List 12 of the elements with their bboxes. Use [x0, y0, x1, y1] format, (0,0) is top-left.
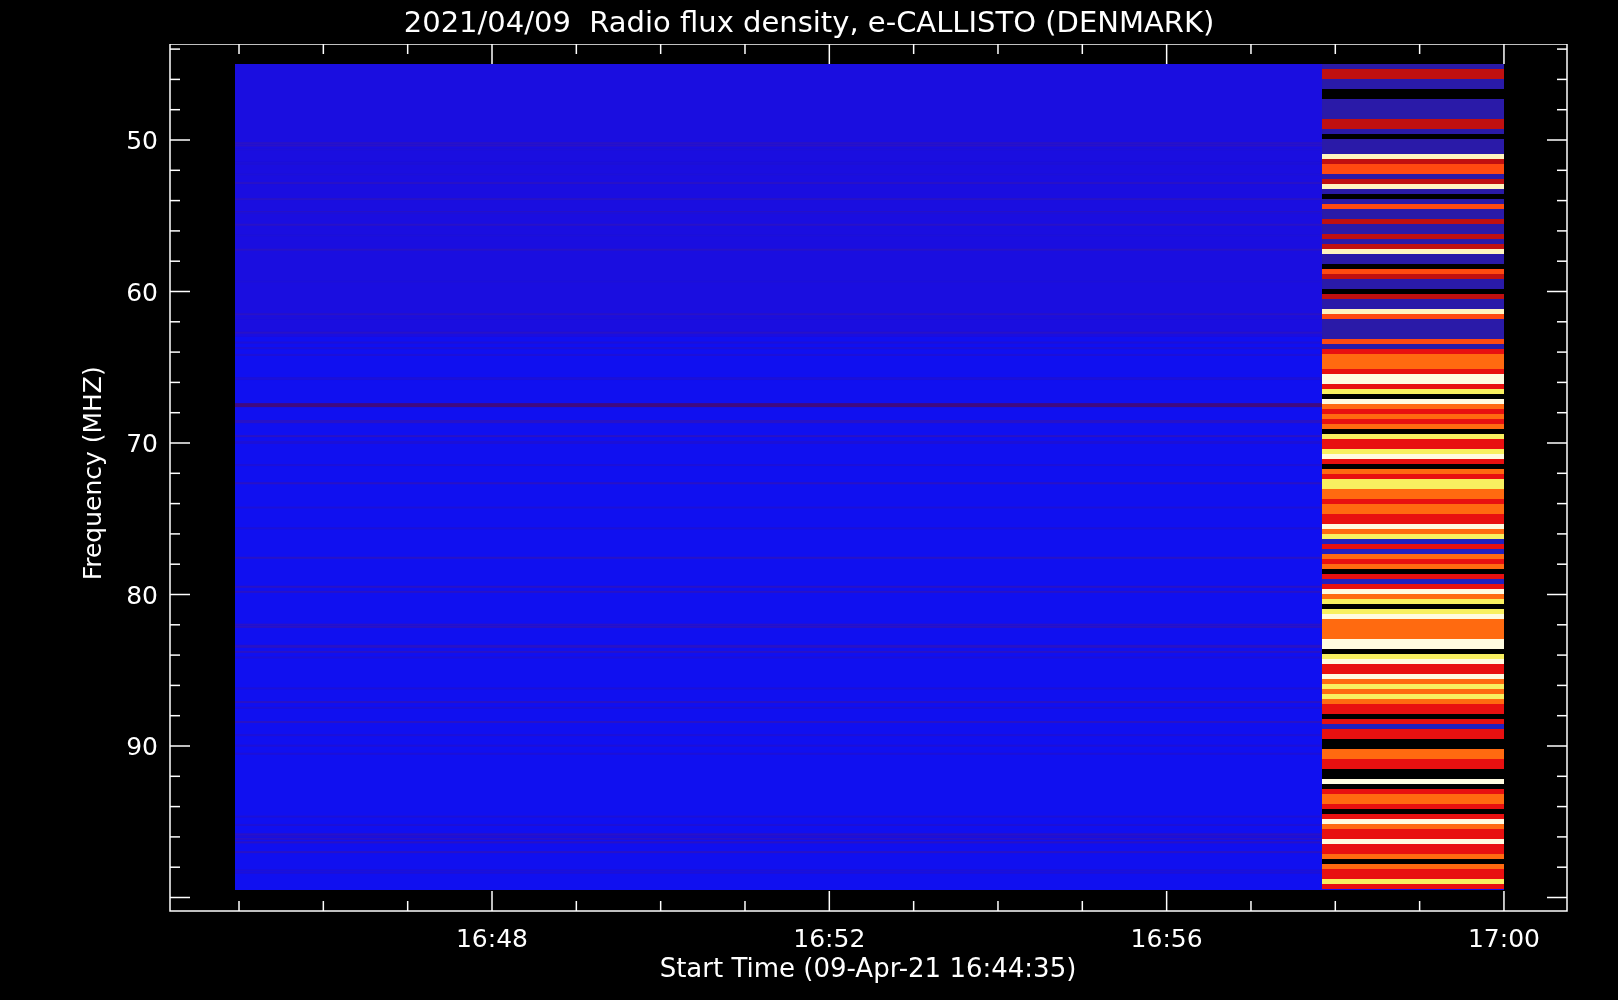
- tick-label: 17:00: [1467, 924, 1540, 953]
- tick-label: 70: [126, 429, 158, 458]
- tick-label: 16:56: [1130, 924, 1203, 953]
- tick-label: 90: [126, 732, 158, 761]
- tick-label: 80: [126, 580, 158, 610]
- tick-label: 50: [126, 126, 158, 155]
- chart-title: 2021/04/09 Radio flux density, e-CALLISTO (DENMARK): [403, 7, 1215, 37]
- tick-label: 16:48: [456, 924, 528, 953]
- tick-label: 60: [126, 277, 158, 307]
- tick-label: 16:52: [793, 924, 866, 953]
- axis-title: Frequency (MHZ): [78, 366, 107, 581]
- axis-title: Start Time (09-Apr-21 16:44:35): [659, 953, 1077, 983]
